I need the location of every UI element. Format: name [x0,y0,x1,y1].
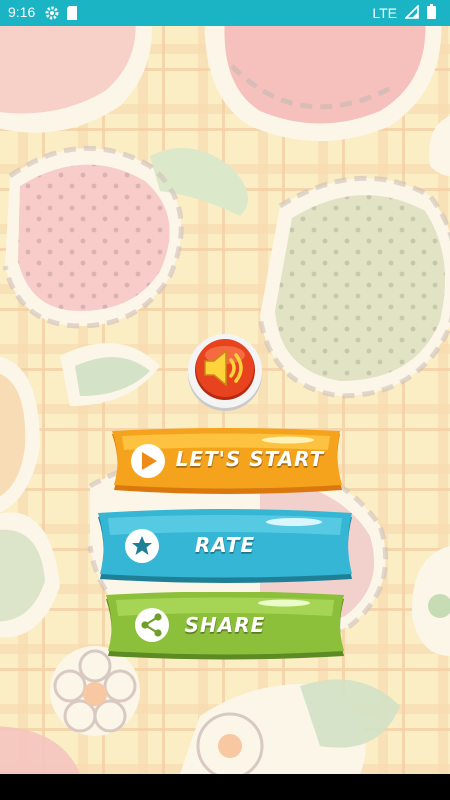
lets-start-button[interactable]: LET'S START [108,428,344,496]
network-type: LTE [372,5,397,21]
status-time: 9:16 [8,4,36,20]
speaker-icon [201,347,249,393]
sd-card-icon [66,5,78,25]
signal-icon [404,3,419,22]
sound-toggle-button[interactable] [186,333,264,411]
gear-icon [44,5,60,25]
rate-label: RATE [194,533,256,557]
status-bar: 9:16 LTE [0,0,450,26]
lets-start-label: LET'S START [175,447,325,471]
share-button[interactable]: SHARE [104,592,346,662]
share-label: SHARE [184,613,266,637]
navigation-bar [0,774,450,800]
rate-button[interactable]: RATE [96,509,354,585]
battery-icon [427,4,436,22]
